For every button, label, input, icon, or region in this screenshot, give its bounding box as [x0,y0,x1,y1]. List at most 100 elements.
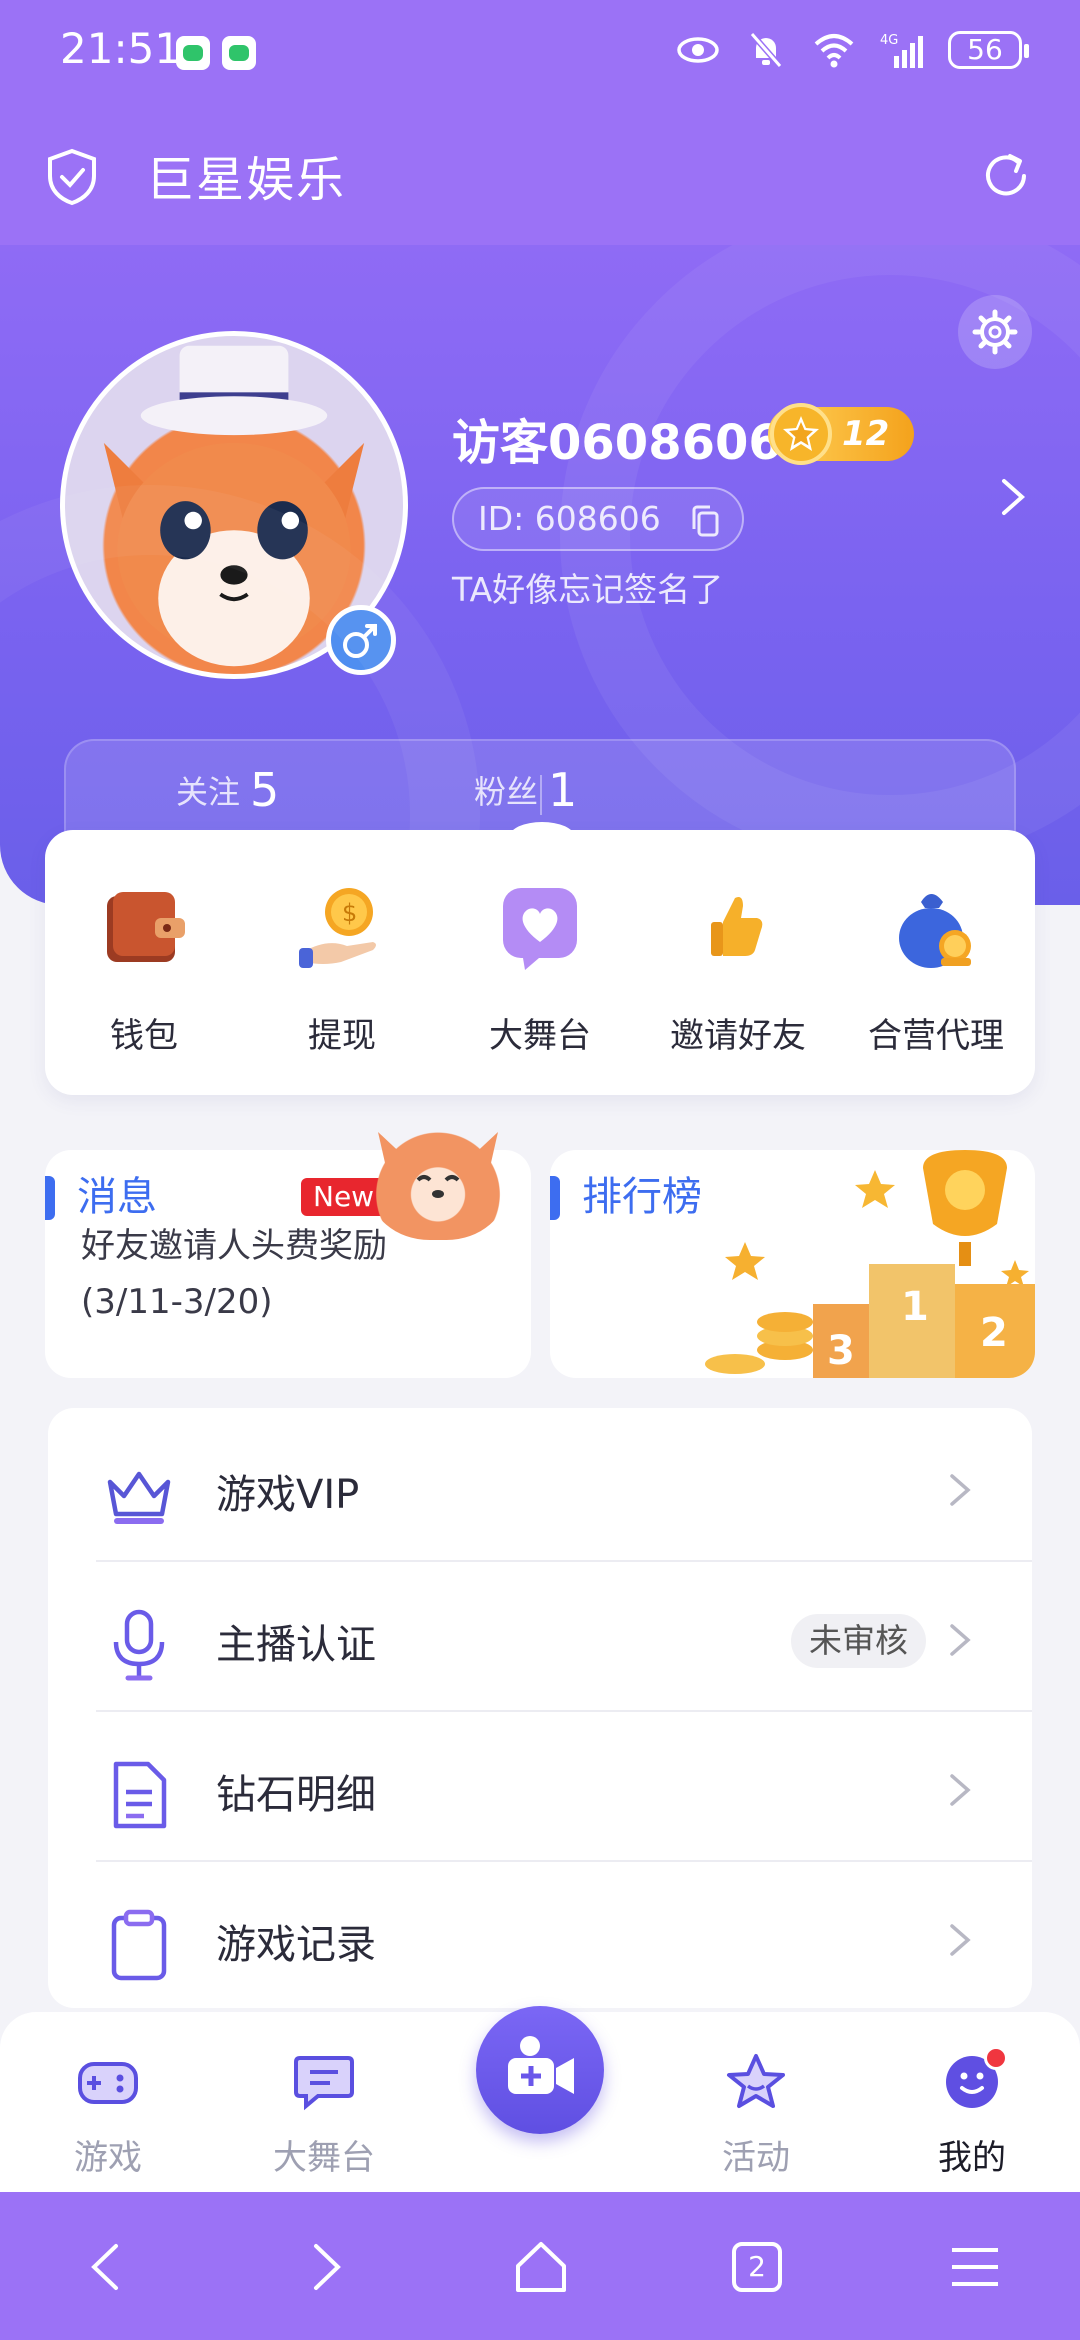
status-time: 21:51 [60,24,182,73]
withdraw-coin-icon: $ [299,888,376,968]
forward-arrow-icon[interactable] [290,2232,360,2302]
message-preview: 好友邀请人头费奖励 (3/11-3/20) [81,1218,387,1330]
system-navigation-bar: 2 [0,2192,1080,2340]
chevron-right-icon [950,1624,971,1656]
microphone-icon [113,1609,165,1681]
app-notification-icon [222,36,256,70]
menu-item-game-records[interactable]: 游戏记录 [48,1862,1032,2012]
svg-text:1: 1 [901,1284,929,1330]
message-card-title: 消息 [77,1174,157,1220]
chevron-right-icon [950,1924,971,1956]
tab-mine[interactable]: 我的 [902,2046,1042,2179]
menu-label: 游戏记录 [216,1922,376,1968]
app-title: 巨星娱乐 [146,152,347,208]
back-arrow-icon[interactable] [72,2232,142,2302]
heart-chat-icon [503,888,577,970]
chevron-right-icon [950,1474,971,1506]
ranking-card[interactable]: 排行榜 1 2 3 [550,1150,1035,1378]
battery-indicator: 56 [948,31,1029,69]
user-id-text: ID: 608606 [478,499,661,538]
card-accent-bar [550,1176,560,1220]
menu-label: 主播认证 [216,1622,376,1668]
wallet-label: 钱包 [110,1016,178,1056]
following-label: 关注 [176,773,241,811]
home-icon[interactable] [506,2232,576,2302]
menu-item-game-vip[interactable]: 游戏VIP [48,1412,1032,1562]
signal-4g-icon: 4G [880,33,923,68]
menu-list: 游戏VIP 主播认证 未审核 钻石明细 游戏记录 [48,1408,1032,2008]
document-icon [113,1761,167,1829]
stage-label: 大舞台 [489,1016,591,1056]
tabs-switcher-button[interactable]: 2 [722,2232,792,2302]
fans-stat[interactable]: 粉丝 1 [474,763,577,817]
gamepad-icon [78,2062,138,2104]
profile-tab-icon-wrap [940,2046,1008,2112]
wallet-action[interactable]: 钱包 [45,830,243,1095]
profile-header: 访客0608606 12 ID: 608606 TA好像忘记签名了 关注 5 粉丝… [0,245,1080,905]
withdraw-label: 提现 [308,1016,376,1056]
status-bar: 21:51 4G 56 [0,0,1080,110]
crown-icon [107,1471,171,1524]
chat-bubble-icon [294,2056,354,2111]
fans-count: 1 [548,763,578,817]
tab-label: 我的 [938,2138,1006,2178]
panel-notch [510,822,574,850]
eye-icon [677,37,719,63]
mute-bell-icon [749,32,783,68]
copy-icon [692,505,719,537]
level-number: 12 [842,414,890,454]
tab-count-badge: 2 [732,2242,782,2292]
gear-icon [972,309,1018,355]
card-accent-bar [45,1176,55,1220]
agency-label: 合营代理 [868,1016,1004,1056]
status-badge: 未审核 [791,1614,926,1668]
settings-button[interactable] [958,295,1032,369]
avatar[interactable] [60,331,408,679]
menu-label: 游戏VIP [216,1472,360,1518]
svg-text:$: $ [342,899,357,927]
refresh-icon[interactable] [978,148,1034,204]
stage-action[interactable]: 大舞台 [441,830,639,1095]
following-count: 5 [250,763,280,817]
star-icon [727,2054,785,2108]
menu-item-anchor-verification[interactable]: 主播认证 未审核 [48,1562,1032,1712]
tab-activities[interactable]: 活动 [686,2052,826,2179]
shield-check-icon[interactable] [46,148,98,206]
clipboard-icon [111,1909,167,1981]
level-badge: 12 [768,403,914,465]
svg-text:2: 2 [980,1310,1008,1356]
live-stream-button[interactable] [476,2006,604,2134]
money-bag-icon [899,894,971,968]
quick-actions-panel: 钱包 $ 提现 大舞台 邀请好友 合营代理 [45,830,1035,1095]
tab-stage[interactable]: 大舞台 [254,2052,394,2179]
tab-label: 游戏 [74,2138,142,2178]
menu-item-diamond-details[interactable]: 钻石明细 [48,1712,1032,1862]
app-header: 巨星娱乐 [0,110,1080,245]
invite-friends-action[interactable]: 邀请好友 [639,830,837,1095]
svg-text:4G: 4G [880,33,898,48]
svg-text:3: 3 [827,1328,855,1374]
fox-mascot-icon [368,1120,508,1240]
fans-label: 粉丝 [474,773,539,811]
signature-text: TA好像忘记签名了 [452,570,724,609]
wifi-icon [814,34,854,68]
wechat-notification-icon [176,36,210,70]
male-gender-icon [326,605,396,675]
user-id-copy[interactable]: ID: 608606 [452,487,744,551]
menu-icon[interactable] [940,2232,1010,2302]
fox-avatar-illustration [103,345,365,667]
chevron-right-icon [950,1774,971,1806]
notification-dot [984,2046,1008,2070]
wallet-icon [107,892,185,962]
following-stat[interactable]: 关注 5 [176,763,279,817]
trophy-podium-icon: 1 2 3 [705,1150,1035,1378]
agency-action[interactable]: 合营代理 [837,830,1035,1095]
level-star-icon [770,403,832,465]
chevron-right-icon[interactable] [998,477,1028,517]
thumbs-up-icon [711,897,763,956]
message-line-1: 好友邀请人头费奖励 [81,1226,387,1266]
tab-label: 活动 [722,2138,790,2178]
tab-games[interactable]: 游戏 [38,2052,178,2179]
withdraw-action[interactable]: $ 提现 [243,830,441,1095]
username: 访客0608606 [452,415,782,471]
